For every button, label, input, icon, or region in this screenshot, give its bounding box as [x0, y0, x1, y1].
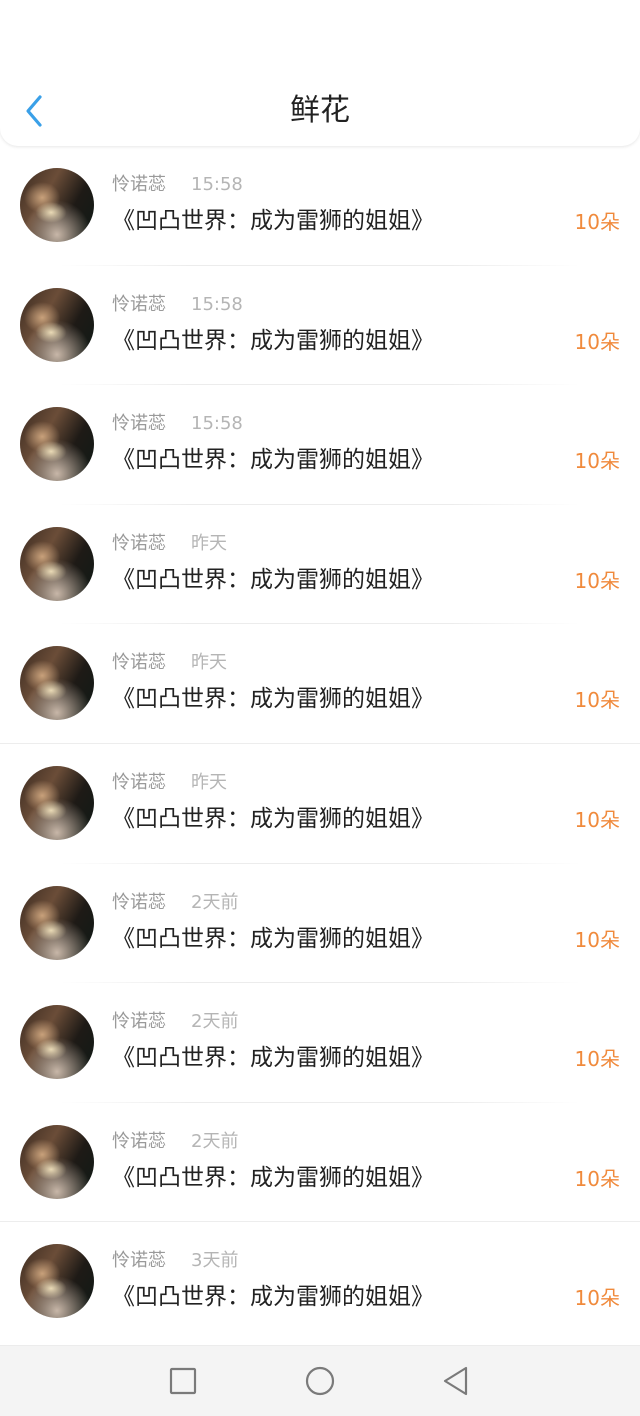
avatar[interactable]: [20, 646, 94, 721]
book-title[interactable]: 《凹凸世界：成为雷狮的姐姐》: [112, 804, 434, 834]
book-title[interactable]: 《凹凸世界：成为雷狮的姐姐》: [112, 206, 434, 236]
avatar[interactable]: [20, 168, 94, 242]
timestamp: 3天前: [191, 1250, 239, 1272]
timestamp: 2天前: [191, 891, 239, 913]
timestamp: 昨天: [191, 652, 227, 674]
book-title[interactable]: 《凹凸世界：成为雷狮的姐姐》: [112, 326, 434, 356]
list-item[interactable]: 怜诺蕊 昨天 《凹凸世界：成为雷狮的姐姐》 10朵: [0, 744, 640, 864]
list-item[interactable]: 怜诺蕊 2天前 《凹凸世界：成为雷狮的姐姐》 10朵: [0, 983, 640, 1103]
list-item[interactable]: 怜诺蕊 2天前 《凹凸世界：成为雷狮的姐姐》 10朵: [0, 1103, 640, 1223]
username[interactable]: 怜诺蕊: [112, 413, 166, 435]
timestamp: 昨天: [191, 532, 227, 554]
list-item[interactable]: 怜诺蕊 15:58 《凹凸世界：成为雷狮的姐姐》 10朵: [0, 385, 640, 505]
avatar[interactable]: [20, 526, 94, 601]
flower-count: 10朵: [574, 210, 620, 234]
flower-list: 怜诺蕊 15:58 《凹凸世界：成为雷狮的姐姐》 10朵 怜诺蕊 15:58 《…: [0, 146, 640, 1342]
flower-count: 10朵: [574, 1286, 620, 1311]
book-title[interactable]: 《凹凸世界：成为雷狮的姐姐》: [112, 445, 434, 475]
back-nav-button[interactable]: [440, 1364, 474, 1398]
book-title[interactable]: 《凹凸世界：成为雷狮的姐姐》: [112, 1163, 434, 1193]
username[interactable]: 怜诺蕊: [112, 892, 166, 914]
timestamp: 昨天: [191, 771, 227, 793]
flower-count: 10朵: [574, 449, 620, 474]
username[interactable]: 怜诺蕊: [112, 294, 166, 316]
system-nav-bar: [0, 1345, 640, 1416]
page-title: 鲜花: [290, 93, 350, 128]
flower-count: 10朵: [574, 807, 620, 832]
flower-count: 10朵: [574, 1047, 620, 1072]
flower-count: 10朵: [574, 1166, 620, 1191]
recent-apps-icon: [169, 1367, 197, 1395]
avatar[interactable]: [20, 1244, 94, 1319]
list-item[interactable]: 怜诺蕊 15:58 《凹凸世界：成为雷狮的姐姐》 10朵: [0, 266, 640, 386]
back-triangle-icon: [443, 1366, 468, 1396]
username[interactable]: 怜诺蕊: [112, 533, 166, 555]
book-title[interactable]: 《凹凸世界：成为雷狮的姐姐》: [112, 924, 434, 954]
flower-count: 10朵: [574, 568, 620, 593]
username[interactable]: 怜诺蕊: [112, 174, 166, 196]
avatar[interactable]: [20, 765, 94, 840]
book-title[interactable]: 《凹凸世界：成为雷狮的姐姐》: [112, 1043, 434, 1073]
list-item[interactable]: 怜诺蕊 3天前 《凹凸世界：成为雷狮的姐姐》 10朵: [0, 1222, 640, 1342]
timestamp: 2天前: [191, 1130, 239, 1152]
recent-apps-button[interactable]: [166, 1364, 200, 1398]
timestamp: 15:58: [191, 174, 243, 195]
timestamp: 15:58: [191, 293, 243, 315]
username[interactable]: 怜诺蕊: [112, 1011, 166, 1033]
username[interactable]: 怜诺蕊: [112, 772, 166, 794]
avatar[interactable]: [20, 287, 94, 362]
username[interactable]: 怜诺蕊: [112, 1250, 166, 1272]
app-header: 鲜花: [0, 0, 640, 146]
avatar[interactable]: [20, 1124, 94, 1199]
avatar[interactable]: [20, 885, 94, 960]
home-button[interactable]: [303, 1364, 337, 1398]
list-item[interactable]: 怜诺蕊 15:58 《凹凸世界：成为雷狮的姐姐》 10朵: [0, 146, 640, 266]
flower-count: 10朵: [574, 927, 620, 952]
home-icon: [305, 1366, 335, 1396]
timestamp: 15:58: [191, 413, 243, 435]
book-title[interactable]: 《凹凸世界：成为雷狮的姐姐》: [112, 1282, 434, 1312]
list-item[interactable]: 怜诺蕊 昨天 《凹凸世界：成为雷狮的姐姐》 10朵: [0, 624, 640, 744]
list-item[interactable]: 怜诺蕊 2天前 《凹凸世界：成为雷狮的姐姐》 10朵: [0, 864, 640, 984]
book-title[interactable]: 《凹凸世界：成为雷狮的姐姐》: [112, 565, 434, 595]
avatar[interactable]: [20, 407, 94, 482]
flower-count: 10朵: [574, 688, 620, 713]
book-title[interactable]: 《凹凸世界：成为雷狮的姐姐》: [112, 684, 434, 714]
username[interactable]: 怜诺蕊: [112, 652, 166, 674]
flower-count: 10朵: [574, 329, 620, 354]
username[interactable]: 怜诺蕊: [112, 1131, 166, 1153]
list-item[interactable]: 怜诺蕊 昨天 《凹凸世界：成为雷狮的姐姐》 10朵: [0, 505, 640, 625]
timestamp: 2天前: [191, 1011, 239, 1033]
avatar[interactable]: [20, 1005, 94, 1080]
